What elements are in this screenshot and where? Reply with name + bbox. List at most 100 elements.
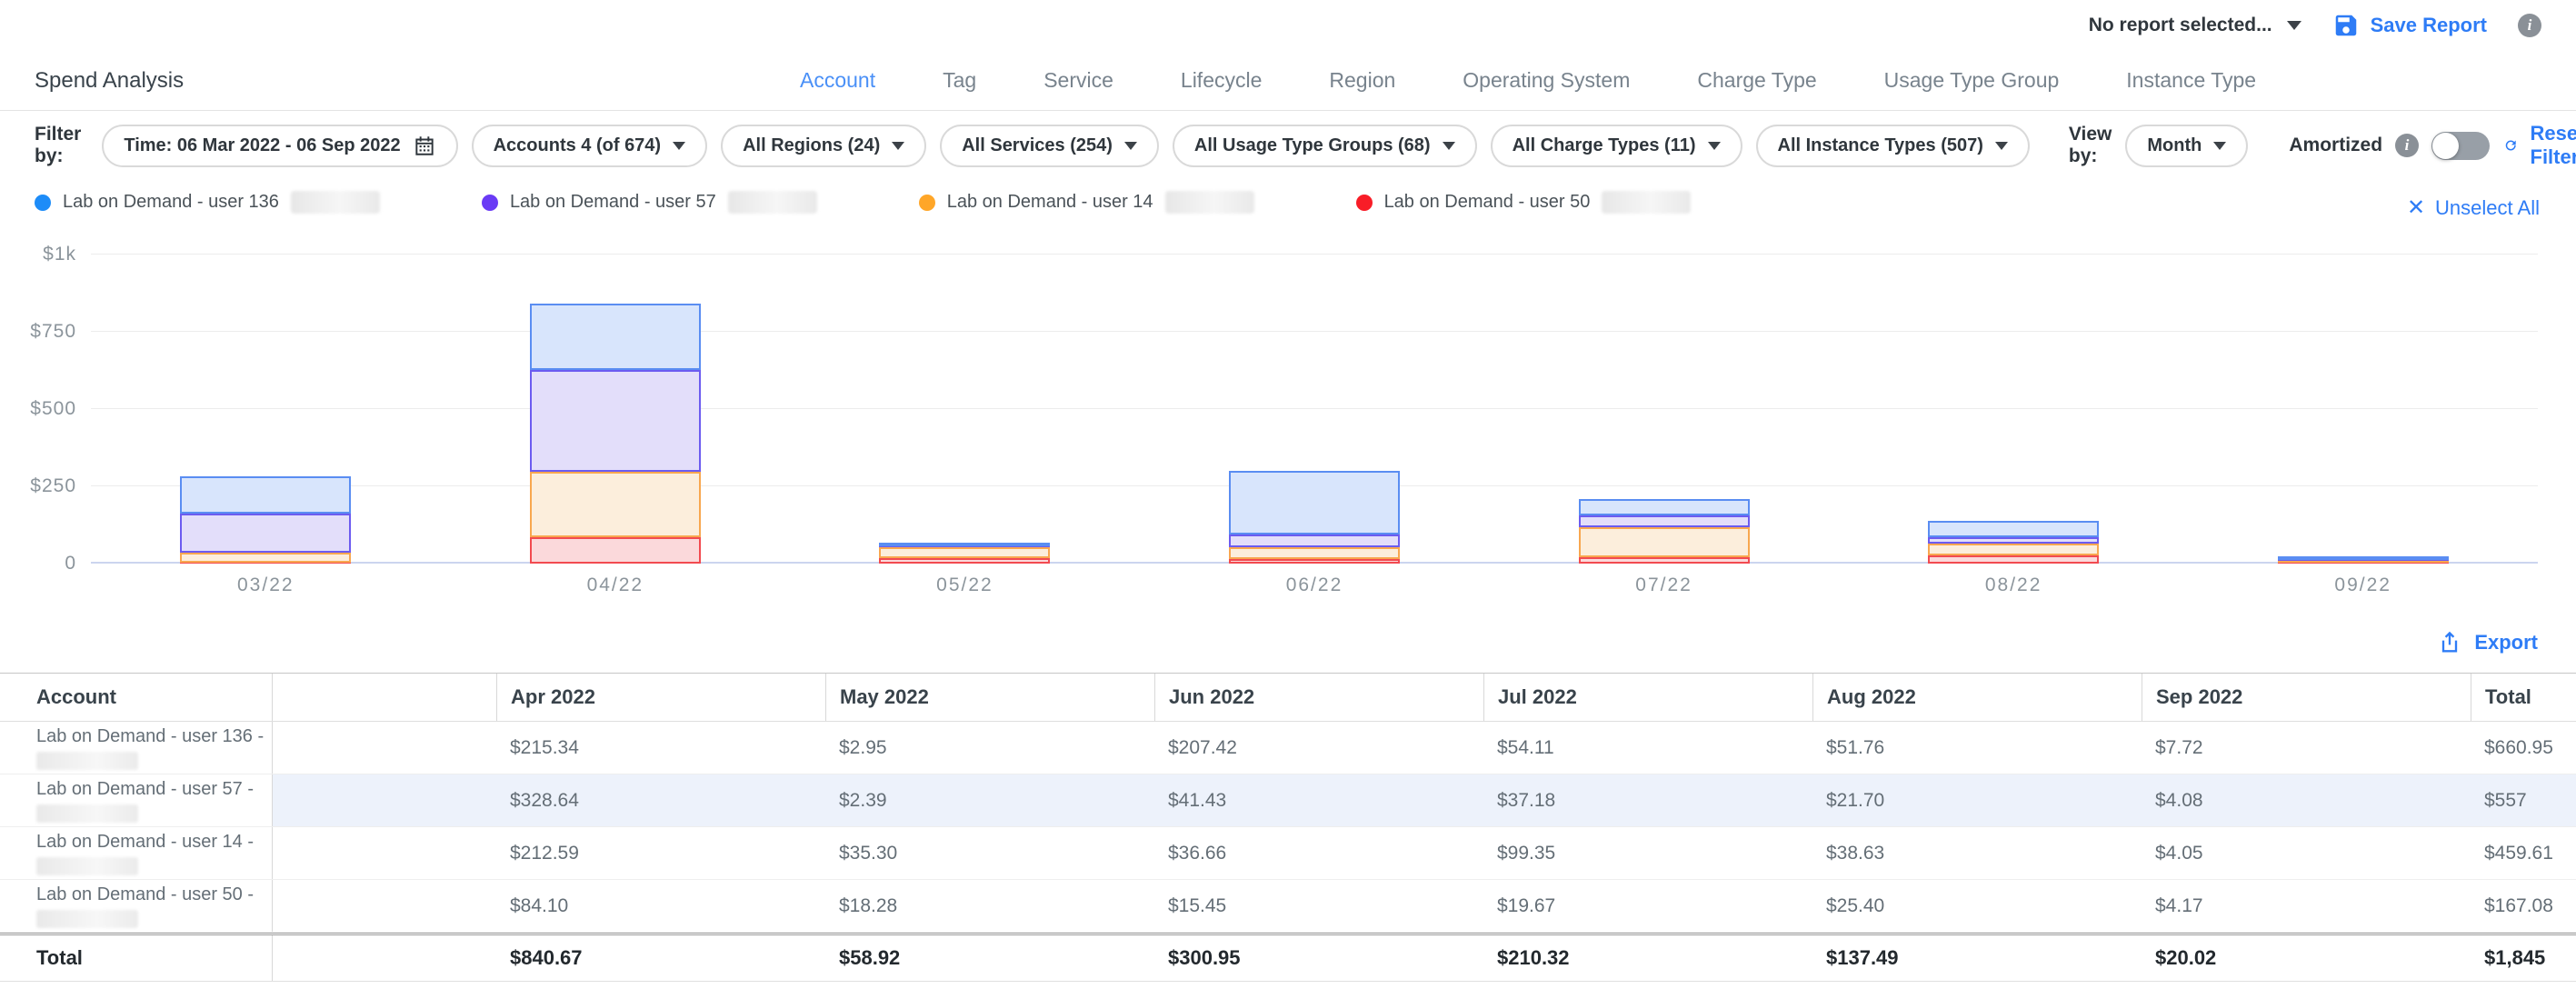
spend-chart: $1k$750$500$2500 03/2204/2205/2206/2207/… [0,247,2576,604]
bar-segment[interactable] [1229,547,1400,558]
bar-segment[interactable] [879,543,1050,546]
save-report-button[interactable]: Save Report [2332,12,2487,39]
table-cell: $212.59 [496,827,825,879]
table-cell: $328.64 [496,774,825,826]
cell-spacer [273,774,496,826]
tab-instance-type[interactable]: Instance Type [2126,68,2256,93]
bar-06/22[interactable] [1229,255,1400,564]
filter-dropdown[interactable]: All Services (254) [940,125,1159,167]
legend-item[interactable]: Lab on Demand - user 14 [919,191,1254,222]
bar-07/22[interactable] [1579,255,1750,564]
tab-operating-system[interactable]: Operating System [1463,68,1630,93]
column-header[interactable]: Aug 2022 [1812,674,2142,721]
x-axis-label: 09/22 [2334,574,2391,596]
bar-segment[interactable] [879,547,1050,558]
filter-dropdown[interactable]: All Regions (24) [721,125,926,167]
y-axis-tick-label: $250 [30,475,76,497]
filter-bar: Filter by: Time: 06 Mar 2022 - 06 Sep 20… [0,111,2576,180]
column-header[interactable]: Apr 2022 [496,674,825,721]
legend-item[interactable]: Lab on Demand - user 136 [35,191,380,222]
x-axis-label: 04/22 [587,574,644,596]
filter-dropdown[interactable]: All Instance Types (507) [1756,125,2030,167]
tab-tag[interactable]: Tag [943,68,976,93]
bar-segment[interactable] [180,553,351,563]
bar-segment[interactable] [180,476,351,514]
time-filter-pill[interactable]: Time: 06 Mar 2022 - 06 Sep 2022 [102,125,457,167]
bar-segment[interactable] [2278,556,2449,560]
chevron-down-icon [2213,142,2226,150]
export-button[interactable]: Export [2437,630,2538,655]
bar-segment[interactable] [1579,499,1750,515]
bar-segment[interactable] [1579,557,1750,564]
total-label: Total [0,935,273,981]
table-row[interactable]: Lab on Demand - user 57 -$328.64$2.39$41… [0,774,2576,827]
bar-segment[interactable] [1928,555,2099,564]
calendar-icon [413,134,436,157]
table-cell: $38.63 [1812,827,2142,879]
column-header[interactable]: Sep 2022 [2142,674,2471,721]
time-filter-label: Time: 06 Mar 2022 - 06 Sep 2022 [124,135,400,156]
view-by-label: View by: [2069,124,2112,167]
bar-05/22[interactable] [879,255,1050,564]
bar-segment[interactable] [530,370,701,472]
column-header[interactable]: Jun 2022 [1154,674,1483,721]
close-icon: ✕ [2407,197,2425,219]
bar-segment[interactable] [1928,544,2099,555]
chart-columns: 03/2204/2205/2206/2207/2208/2209/22 [91,255,2538,564]
legend-item[interactable]: Lab on Demand - user 57 [482,191,817,222]
filter-dropdown[interactable]: All Charge Types (11) [1491,125,1742,167]
amortized-label: Amortized [2289,135,2382,156]
reset-filters-button[interactable]: Reset Filters [2503,122,2576,169]
account-name: Lab on Demand - user 50 - [36,884,254,905]
tab-charge-type[interactable]: Charge Type [1697,68,1816,93]
legend-line: Lab on Demand - user 14 [919,191,1254,214]
filter-dropdown[interactable]: Accounts 4 (of 674) [472,125,707,167]
bar-segment[interactable] [1579,527,1750,558]
table-row[interactable]: Lab on Demand - user 50 -$84.10$18.28$15… [0,880,2576,933]
info-icon[interactable]: i [2518,14,2541,37]
bar-08/22[interactable] [1928,255,2099,564]
legend-item[interactable]: Lab on Demand - user 50 [1356,191,1692,222]
export-row: Export [0,616,2576,669]
bar-segment[interactable] [879,558,1050,564]
tab-region[interactable]: Region [1329,68,1395,93]
bar-segment[interactable] [1579,515,1750,527]
table-row[interactable]: Lab on Demand - user 14 -$212.59$35.30$3… [0,827,2576,880]
tab-service[interactable]: Service [1043,68,1113,93]
view-by-value: Month [2147,135,2202,156]
bar-segment[interactable] [1229,534,1400,547]
redacted-text [291,191,380,214]
column-header[interactable]: Total [2471,674,2576,721]
column-header-account[interactable]: Account [0,674,273,721]
filter-dropdown-label: All Instance Types (507) [1778,135,1983,156]
column-header[interactable]: May 2022 [825,674,1154,721]
bar-segment[interactable] [530,304,701,370]
bar-segment[interactable] [1928,537,2099,544]
table-row[interactable]: Lab on Demand - user 136 -$215.34$2.95$2… [0,722,2576,774]
bar-segment[interactable] [1229,471,1400,535]
tab-usage-type-group[interactable]: Usage Type Group [1884,68,2060,93]
info-icon[interactable]: i [2395,134,2419,157]
bar-segment[interactable] [530,472,701,537]
bar-segment[interactable] [1229,559,1400,564]
bar-09/22[interactable] [2278,255,2449,564]
bar-03/22[interactable] [180,255,351,564]
amortized-toggle[interactable] [2431,132,2490,160]
table-cell: $7.72 [2142,722,2471,774]
table-cell: $2.39 [825,774,1154,826]
tab-lifecycle[interactable]: Lifecycle [1181,68,1262,93]
bar-segment[interactable] [1928,521,2099,537]
account-cell: Lab on Demand - user 14 - [0,827,273,879]
bar-04/22[interactable] [530,255,701,564]
filter-dropdown-label: All Services (254) [962,135,1113,156]
report-selector-dropdown[interactable]: No report selected... [2089,15,2301,36]
bar-segment[interactable] [180,514,351,553]
filter-dropdown[interactable]: All Usage Type Groups (68) [1173,125,1477,167]
column-header[interactable]: Jul 2022 [1483,674,1812,721]
bar-segment[interactable] [530,537,701,564]
unselect-all-button[interactable]: ✕ Unselect All [2407,196,2540,220]
table-cell: $4.17 [2142,880,2471,932]
view-by-dropdown[interactable]: Month [2125,125,2248,167]
tab-account[interactable]: Account [800,68,875,93]
x-axis-label: 07/22 [1635,574,1692,596]
